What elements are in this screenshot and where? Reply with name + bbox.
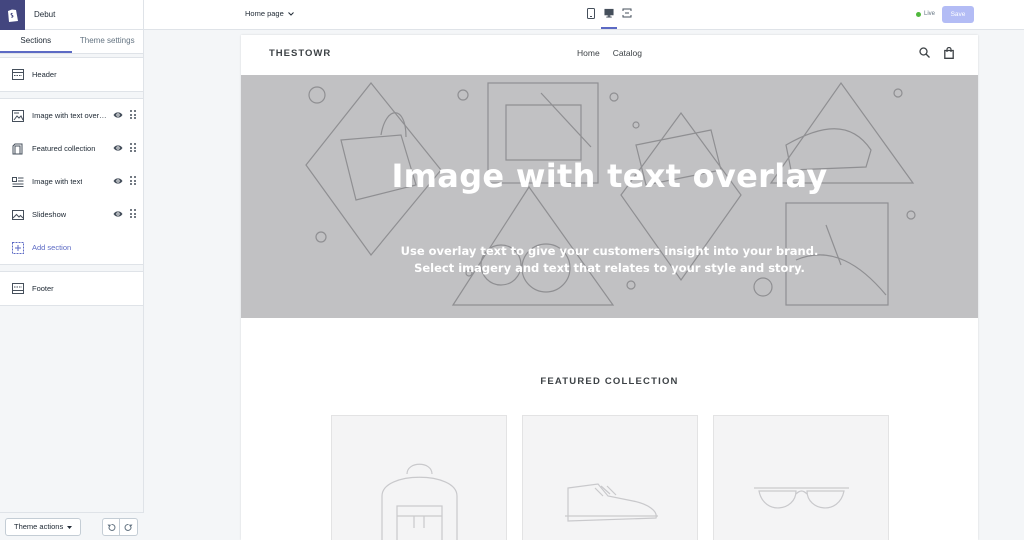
redo-button[interactable] (120, 518, 138, 536)
drag-handle-icon[interactable] (130, 209, 136, 219)
store-logo-text[interactable]: THESTOWR (269, 48, 331, 59)
sidebar-footer: Theme actions (0, 512, 144, 540)
hero-placeholder-illustration (305, 81, 916, 306)
slideshow-icon (12, 209, 24, 221)
tab-sections[interactable]: Sections (0, 30, 72, 53)
sidebar-item-label: Header (32, 70, 57, 79)
eye-icon[interactable] (113, 143, 123, 155)
status-badge: Live (916, 11, 935, 17)
chevron-down-icon (287, 9, 294, 18)
theme-actions-label: Theme actions (14, 522, 64, 531)
product-card[interactable] (331, 415, 507, 540)
search-icon[interactable] (919, 47, 930, 62)
live-dot-icon (916, 11, 921, 17)
add-section-button[interactable]: Add section (0, 231, 143, 264)
theme-name: Debut (34, 10, 56, 19)
undo-icon (107, 523, 115, 531)
sidebar-header: Debut (0, 0, 143, 30)
status-label: Live (924, 11, 936, 17)
sidebar-item-label: Footer (32, 284, 54, 293)
glasses-placeholder-icon (754, 487, 849, 509)
drag-handle-icon[interactable] (130, 110, 136, 120)
footer-group: Footer (0, 271, 143, 306)
sidebar-item-label: Image with text overlay (32, 111, 108, 120)
featured-collection-title: FEATURED COLLECTION (540, 376, 679, 387)
header-group: Header (0, 57, 143, 92)
collection-icon (12, 143, 24, 155)
hero-image-overlay[interactable]: Image with text overlay Use overlay text… (241, 75, 978, 318)
save-button[interactable]: Save (942, 6, 974, 23)
sidebar-item-featured-collection[interactable]: Featured collection (0, 132, 143, 165)
drag-handle-icon[interactable] (130, 176, 136, 186)
theme-editor-sidebar: Debut Sections Theme settings Header Ima… (0, 0, 144, 540)
sidebar-tabs: Sections Theme settings (0, 30, 143, 54)
eye-icon[interactable] (113, 176, 123, 188)
page-selector-label: Home page (245, 9, 284, 18)
product-card[interactable] (713, 415, 889, 540)
hero-title: Image with text overlay (391, 157, 828, 195)
sidebar-item-label: Image with text (32, 177, 83, 186)
redo-icon (124, 523, 133, 531)
header-icons (919, 46, 954, 62)
sections-group: Image with text overlay Featured collect… (0, 98, 143, 265)
tab-theme-settings[interactable]: Theme settings (72, 30, 144, 53)
caret-down-icon (67, 522, 73, 531)
eye-icon[interactable] (113, 209, 123, 221)
editor-topbar: Home page Live Save (144, 0, 1024, 30)
sidebar-item-footer[interactable]: Footer (0, 272, 143, 305)
device-preview-toggle (586, 8, 632, 29)
theme-actions-button[interactable]: Theme actions (5, 517, 82, 536)
hero-subtitle-line1: Use overlay text to give your customers … (400, 244, 819, 258)
footer-layout-icon (12, 283, 24, 295)
image-text-icon (12, 176, 24, 188)
sidebar-item-label: Slideshow (32, 210, 67, 219)
desktop-icon (604, 8, 614, 18)
fullscreen-preview-button[interactable] (622, 8, 632, 22)
product-card[interactable] (522, 415, 698, 540)
backpack-placeholder-icon (381, 463, 458, 540)
mobile-icon (587, 8, 595, 19)
cart-bag-icon[interactable] (944, 46, 954, 62)
undo-button[interactable] (102, 518, 120, 536)
page-selector[interactable]: Home page (245, 9, 294, 18)
header-layout-icon (12, 69, 24, 81)
sidebar-item-slideshow[interactable]: Slideshow (0, 198, 143, 231)
sidebar-item-image-with-text[interactable]: Image with text (0, 165, 143, 198)
hero-subtitle-line2: Select imagery and text that relates to … (414, 261, 805, 275)
sidebar-item-image-with-text-overlay[interactable]: Image with text overlay (0, 99, 143, 132)
drag-handle-icon[interactable] (130, 143, 136, 153)
store-header: THESTOWR Home Catalog (241, 35, 978, 75)
shopify-logo-icon[interactable] (0, 0, 25, 30)
undo-redo-group (102, 518, 138, 536)
nav-link-home[interactable]: Home (577, 48, 600, 58)
sidebar-item-label: Featured collection (32, 144, 96, 153)
sneaker-placeholder-icon (565, 483, 658, 522)
image-overlay-icon (12, 109, 24, 122)
add-section-label: Add section (32, 243, 72, 252)
fullscreen-icon (622, 8, 632, 18)
eye-icon[interactable] (113, 110, 123, 122)
storefront-preview: THESTOWR Home Catalog Image with text ov… (241, 35, 978, 540)
store-nav: Home Catalog (577, 48, 642, 58)
nav-link-catalog[interactable]: Catalog (613, 48, 642, 58)
add-section-icon (12, 241, 24, 254)
desktop-preview-button[interactable] (601, 8, 617, 29)
mobile-preview-button[interactable] (586, 8, 596, 22)
sidebar-item-header[interactable]: Header (0, 58, 143, 91)
